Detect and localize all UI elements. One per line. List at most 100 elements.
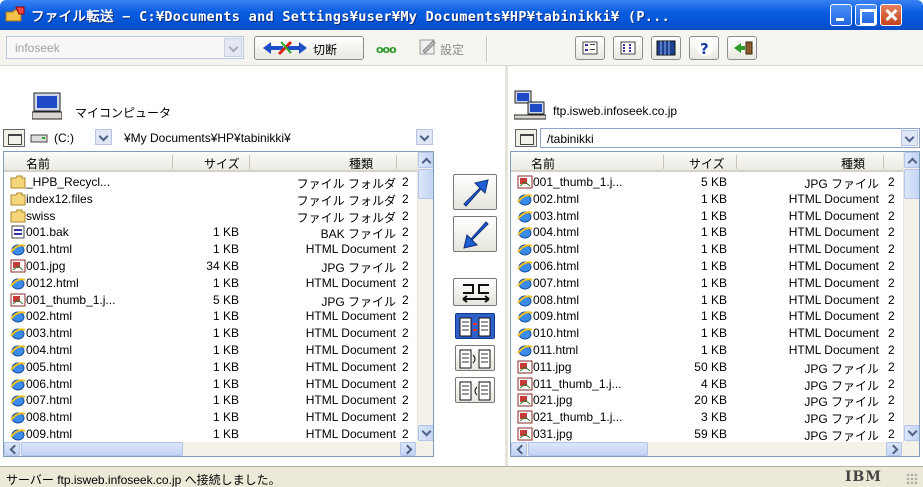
remote-pane-label: ftp.isweb.infoseek.co.jp (553, 104, 678, 118)
list-item[interactable]: 005.html 1 KB HTML Document 2 (511, 241, 902, 257)
exit-button[interactable] (727, 36, 757, 60)
chevron-down-icon[interactable] (901, 130, 918, 146)
list-item[interactable]: 001_thumb_1.j... 5 KB JPG ファイル 2 (4, 292, 416, 309)
list-item[interactable]: 006.html 1 KB HTML Document 2 (4, 376, 416, 392)
file-type: HTML Document (788, 208, 879, 223)
list-item[interactable]: 011.jpg 50 KB JPG ファイル 2 (511, 359, 902, 376)
list-item[interactable]: 0012.html 1 KB HTML Document 2 (4, 275, 416, 291)
upload-button[interactable] (453, 174, 497, 210)
scroll-thumb[interactable] (21, 442, 183, 456)
file-size: 1 KB (212, 275, 239, 290)
list-item[interactable]: 001.jpg 34 KB JPG ファイル 2 (4, 258, 416, 275)
html-file-icon (517, 276, 533, 290)
upload-arrow-icon (463, 179, 489, 207)
download-button[interactable] (453, 216, 497, 252)
disconnect-button[interactable]: 切断 (254, 36, 364, 60)
view-details-button[interactable] (651, 36, 681, 60)
list-item[interactable]: 005.html 1 KB HTML Document 2 (4, 359, 416, 375)
list-item[interactable]: 021.jpg 20 KB JPG ファイル 2 (511, 392, 902, 409)
list-item[interactable]: 011.html 1 KB HTML Document 2 (511, 342, 902, 358)
help-button[interactable]: ? (689, 36, 719, 60)
remote-path-combo[interactable]: /tabinikki (540, 128, 920, 148)
local-col-type[interactable]: 種類 (349, 155, 373, 172)
list-item[interactable]: swiss ファイル フォルダ 2 (4, 208, 416, 225)
scroll-left-button[interactable] (511, 442, 527, 456)
remote-up-folder-button[interactable] (515, 129, 537, 147)
sync-button[interactable] (453, 278, 497, 306)
chevron-down-icon[interactable] (224, 38, 242, 57)
local-col-name[interactable]: 名前 (26, 155, 50, 172)
list-item[interactable]: 009.html 1 KB HTML Document 2 (511, 308, 902, 324)
scroll-right-button[interactable] (400, 442, 416, 456)
mirror-left-button[interactable] (455, 345, 495, 371)
scroll-thumb[interactable] (418, 169, 433, 199)
local-pane-label: マイコンピュータ (75, 106, 172, 120)
disconnect-label: 切断 (313, 43, 338, 57)
list-item[interactable]: 021_thumb_1.j... 3 KB JPG ファイル 2 (511, 409, 902, 426)
file-type: JPG ファイル (321, 261, 396, 275)
file-date: 2 (402, 410, 409, 425)
local-file-list[interactable]: 名前 サイズ 種類 _HPB_Recycl... ファイル フォルダ 2 index1… (3, 151, 434, 457)
file-size: 1 KB (700, 326, 727, 341)
scroll-up-button[interactable] (904, 152, 919, 168)
minimize-button[interactable] (830, 4, 852, 26)
remote-vertical-scrollbar[interactable] (903, 152, 919, 442)
file-type: JPG ファイル (804, 378, 879, 393)
remote-col-size[interactable]: サイズ (689, 155, 725, 172)
list-item[interactable]: 008.html 1 KB HTML Document 2 (4, 409, 416, 425)
list-item[interactable]: 006.html 1 KB HTML Document 2 (511, 258, 902, 274)
list-item[interactable]: 001.html 1 KB HTML Document 2 (4, 241, 416, 257)
scroll-thumb[interactable] (528, 442, 648, 456)
remote-horizontal-scrollbar[interactable] (511, 442, 919, 456)
remote-file-list[interactable]: 名前 サイズ 種類 001_thumb_1.j... 5 KB JPG ファイル 2 0… (510, 151, 920, 457)
list-item[interactable]: 007.html 1 KB HTML Document 2 (511, 275, 902, 291)
list-item[interactable]: index12.files ファイル フォルダ 2 (4, 191, 416, 208)
file-date: 2 (402, 343, 409, 357)
list-item[interactable]: 031.jpg 59 KB JPG ファイル 2 (511, 426, 902, 443)
list-item[interactable]: 008.html 1 KB HTML Document 2 (511, 292, 902, 308)
list-item[interactable]: 002.html 1 KB HTML Document 2 (511, 191, 902, 207)
list-item[interactable]: _HPB_Recycl... ファイル フォルダ 2 (4, 174, 416, 191)
local-path-combo[interactable]: ¥My Documents¥HP¥tabinikki¥ (118, 128, 434, 148)
list-item[interactable]: 001.bak 1 KB BAK ファイル 2 (4, 224, 416, 241)
file-date: 2 (888, 225, 895, 240)
list-item[interactable]: 002.html 1 KB HTML Document 2 (4, 308, 416, 324)
compare-button[interactable] (455, 313, 495, 339)
list-item[interactable]: 007.html 1 KB HTML Document 2 (4, 392, 416, 408)
html-file-icon (10, 360, 26, 374)
scroll-left-button[interactable] (4, 442, 20, 456)
local-up-folder-button[interactable] (3, 129, 25, 147)
scroll-down-button[interactable] (418, 425, 433, 441)
list-item[interactable]: 004.html 1 KB HTML Document 2 (511, 224, 902, 240)
chevron-down-icon[interactable] (95, 129, 112, 145)
list-item[interactable]: 009.html 1 KB HTML Document 2 (4, 426, 416, 442)
list-item[interactable]: 001_thumb_1.j... 5 KB JPG ファイル 2 (511, 174, 902, 191)
list-item[interactable]: 003.html 1 KB HTML Document 2 (511, 208, 902, 224)
settings-button[interactable]: 設定 (416, 36, 478, 60)
local-col-size[interactable]: サイズ (204, 155, 240, 172)
view-small-icons-button[interactable] (575, 36, 605, 60)
mirror-right-button[interactable] (455, 377, 495, 403)
list-item[interactable]: 004.html 1 KB HTML Document 2 (4, 342, 416, 358)
local-vertical-scrollbar[interactable] (417, 152, 433, 442)
remote-col-type[interactable]: 種類 (841, 155, 865, 172)
chevron-down-icon[interactable] (416, 129, 433, 145)
pane-splitter[interactable] (505, 66, 508, 466)
scroll-thumb[interactable] (904, 169, 919, 199)
local-horizontal-scrollbar[interactable] (4, 442, 433, 456)
scroll-down-button[interactable] (904, 425, 919, 441)
site-combo[interactable]: infoseek (6, 36, 244, 59)
local-drive-combo[interactable] (95, 128, 113, 148)
resize-grip[interactable] (906, 473, 918, 485)
scroll-up-button[interactable] (418, 152, 433, 168)
close-button[interactable] (880, 4, 902, 26)
scroll-right-button[interactable] (886, 442, 902, 456)
list-item[interactable]: 011_thumb_1.j... 4 KB JPG ファイル 2 (511, 376, 902, 393)
remote-col-name[interactable]: 名前 (531, 155, 555, 172)
list-item[interactable]: 010.html 1 KB HTML Document 2 (511, 325, 902, 341)
file-name: 010.html (533, 326, 580, 341)
file-date: 2 (402, 393, 409, 408)
list-item[interactable]: 003.html 1 KB HTML Document 2 (4, 325, 416, 341)
maximize-button[interactable] (855, 4, 877, 26)
view-list-button[interactable] (613, 36, 643, 60)
